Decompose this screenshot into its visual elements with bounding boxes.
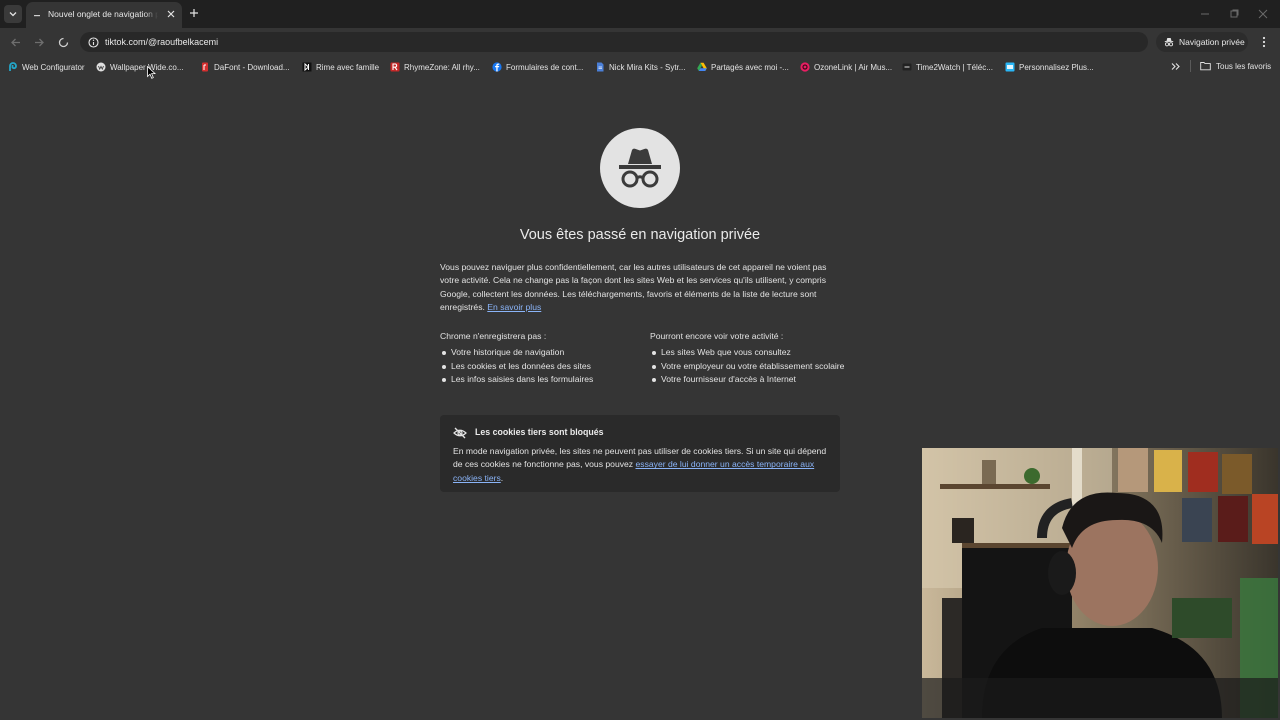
tab-strip: Nouvel onglet de navigation privée bbox=[0, 0, 1280, 28]
tab-close-button[interactable] bbox=[165, 8, 177, 20]
rime-icon bbox=[302, 62, 312, 72]
bookmark-item[interactable]: Time2Watch | Téléc... bbox=[902, 59, 993, 75]
bookmark-item[interactable]: Personnalisez Plus... bbox=[1005, 59, 1094, 75]
all-bookmarks-button[interactable]: Tous les favoris bbox=[1200, 59, 1271, 73]
close-icon bbox=[1258, 9, 1268, 19]
loading-spinner-icon bbox=[58, 37, 68, 47]
incognito-illustration bbox=[600, 128, 680, 208]
rhymezone-icon bbox=[390, 62, 400, 72]
cookie-end-text: . bbox=[500, 472, 504, 483]
tab-title: Nouvel onglet de navigation privée bbox=[48, 9, 158, 19]
minimize-button[interactable] bbox=[1199, 8, 1211, 20]
bookmark-item[interactable]: Rime avec famille bbox=[302, 59, 379, 75]
browser-window: Nouvel onglet de navigation privée bbox=[0, 0, 1280, 720]
incognito-icon bbox=[1164, 38, 1174, 47]
personnalisez-icon bbox=[1005, 62, 1015, 72]
ozonelink-icon bbox=[800, 62, 810, 72]
info-icon bbox=[87, 36, 99, 48]
page-title: Vous êtes passé en navigation privée bbox=[519, 227, 761, 243]
not-saved-title: Chrome n'enregistrera pas : bbox=[440, 331, 547, 341]
dafont-icon bbox=[200, 62, 210, 72]
webcam-video-frame bbox=[922, 448, 1278, 718]
cookie-card-title: Les cookies tiers sont bloqués bbox=[475, 427, 604, 437]
incognito-tab-icon bbox=[34, 15, 40, 17]
bookmark-item[interactable]: Nick Mira Kits - Sytr... bbox=[595, 59, 685, 75]
google-drive-icon bbox=[697, 62, 707, 72]
bookmark-item[interactable]: RhymeZone: All rhy... bbox=[390, 59, 480, 75]
bookmark-item[interactable]: OzoneLink | Air Mus... bbox=[800, 59, 892, 75]
list-item: Les sites Web que vous consultez bbox=[650, 346, 845, 359]
time2watch-icon bbox=[902, 62, 912, 72]
new-tab-button[interactable] bbox=[187, 6, 201, 20]
forward-button[interactable] bbox=[31, 34, 47, 50]
bookmark-item[interactable]: Web Configurator bbox=[8, 59, 85, 75]
list-item: Votre historique de navigation bbox=[440, 346, 640, 359]
more-vertical-icon bbox=[1262, 36, 1266, 48]
arrow-right-icon bbox=[34, 38, 44, 46]
minimize-icon bbox=[1201, 13, 1209, 15]
third-party-cookies-card: Les cookies tiers sont bloqués En mode n… bbox=[440, 415, 840, 492]
url-text: tiktok.com/@raoufbelkacemi bbox=[105, 37, 219, 47]
visible-to-list: Pourront encore voir votre activité : Le… bbox=[650, 330, 845, 386]
incognito-label: Navigation privée bbox=[1179, 37, 1245, 47]
arrow-left-icon bbox=[10, 38, 20, 46]
webcam-overlay bbox=[922, 448, 1278, 718]
list-item: Les infos saisies dans les formulaires bbox=[440, 373, 640, 386]
incognito-indicator[interactable]: Navigation privée bbox=[1156, 32, 1248, 52]
stop-loading-button[interactable] bbox=[55, 34, 71, 50]
document-icon bbox=[595, 62, 605, 72]
chevron-down-icon bbox=[9, 12, 17, 17]
back-button[interactable] bbox=[7, 34, 23, 50]
bookmarks-overflow-button[interactable] bbox=[1169, 60, 1181, 72]
bookmarks-bar: Web Configurator Wallpaper Wide.co... Da… bbox=[0, 56, 1280, 78]
active-tab[interactable]: Nouvel onglet de navigation privée bbox=[26, 2, 182, 28]
wallpaperwide-icon bbox=[96, 62, 106, 72]
folder-icon bbox=[1200, 62, 1211, 71]
facebook-icon bbox=[492, 62, 502, 72]
learn-more-link[interactable]: En savoir plus bbox=[487, 302, 541, 312]
close-window-button[interactable] bbox=[1257, 8, 1269, 20]
all-bookmarks-label: Tous les favoris bbox=[1216, 61, 1272, 71]
not-saved-list: Chrome n'enregistrera pas : Votre histor… bbox=[440, 330, 640, 386]
mouse-cursor-icon bbox=[147, 66, 156, 79]
cookie-card-text: En mode navigation privée, les sites ne … bbox=[453, 445, 833, 485]
bookmark-item[interactable]: Partagés avec moi -... bbox=[697, 59, 789, 75]
list-item: Les cookies et les données des sites bbox=[440, 360, 640, 373]
tplink-icon bbox=[8, 62, 18, 72]
visible-to-title: Pourront encore voir votre activité : bbox=[650, 331, 784, 341]
site-info-button[interactable] bbox=[86, 35, 100, 49]
maximize-button[interactable] bbox=[1228, 8, 1240, 20]
plus-icon bbox=[190, 9, 198, 17]
incognito-icon bbox=[619, 148, 661, 188]
double-chevron-right-icon bbox=[1171, 62, 1180, 70]
bookmarks-separator bbox=[1190, 60, 1191, 72]
tab-search-button[interactable] bbox=[4, 5, 22, 23]
bookmark-item[interactable]: DaFont - Download... bbox=[200, 59, 290, 75]
intro-paragraph: Vous pouvez naviguer plus confidentielle… bbox=[440, 261, 843, 314]
eye-off-icon bbox=[453, 427, 467, 439]
chrome-menu-button[interactable] bbox=[1258, 35, 1270, 49]
list-item: Votre fournisseur d'accès à Internet bbox=[650, 373, 845, 386]
restore-icon bbox=[1230, 9, 1239, 18]
address-bar[interactable]: tiktok.com/@raoufbelkacemi bbox=[80, 32, 1148, 52]
bookmark-item[interactable]: Formulaires de cont... bbox=[492, 59, 583, 75]
list-item: Votre employeur ou votre établissement s… bbox=[650, 360, 845, 373]
close-icon bbox=[167, 10, 175, 18]
bookmark-item[interactable]: Wallpaper Wide.co... bbox=[96, 59, 184, 75]
